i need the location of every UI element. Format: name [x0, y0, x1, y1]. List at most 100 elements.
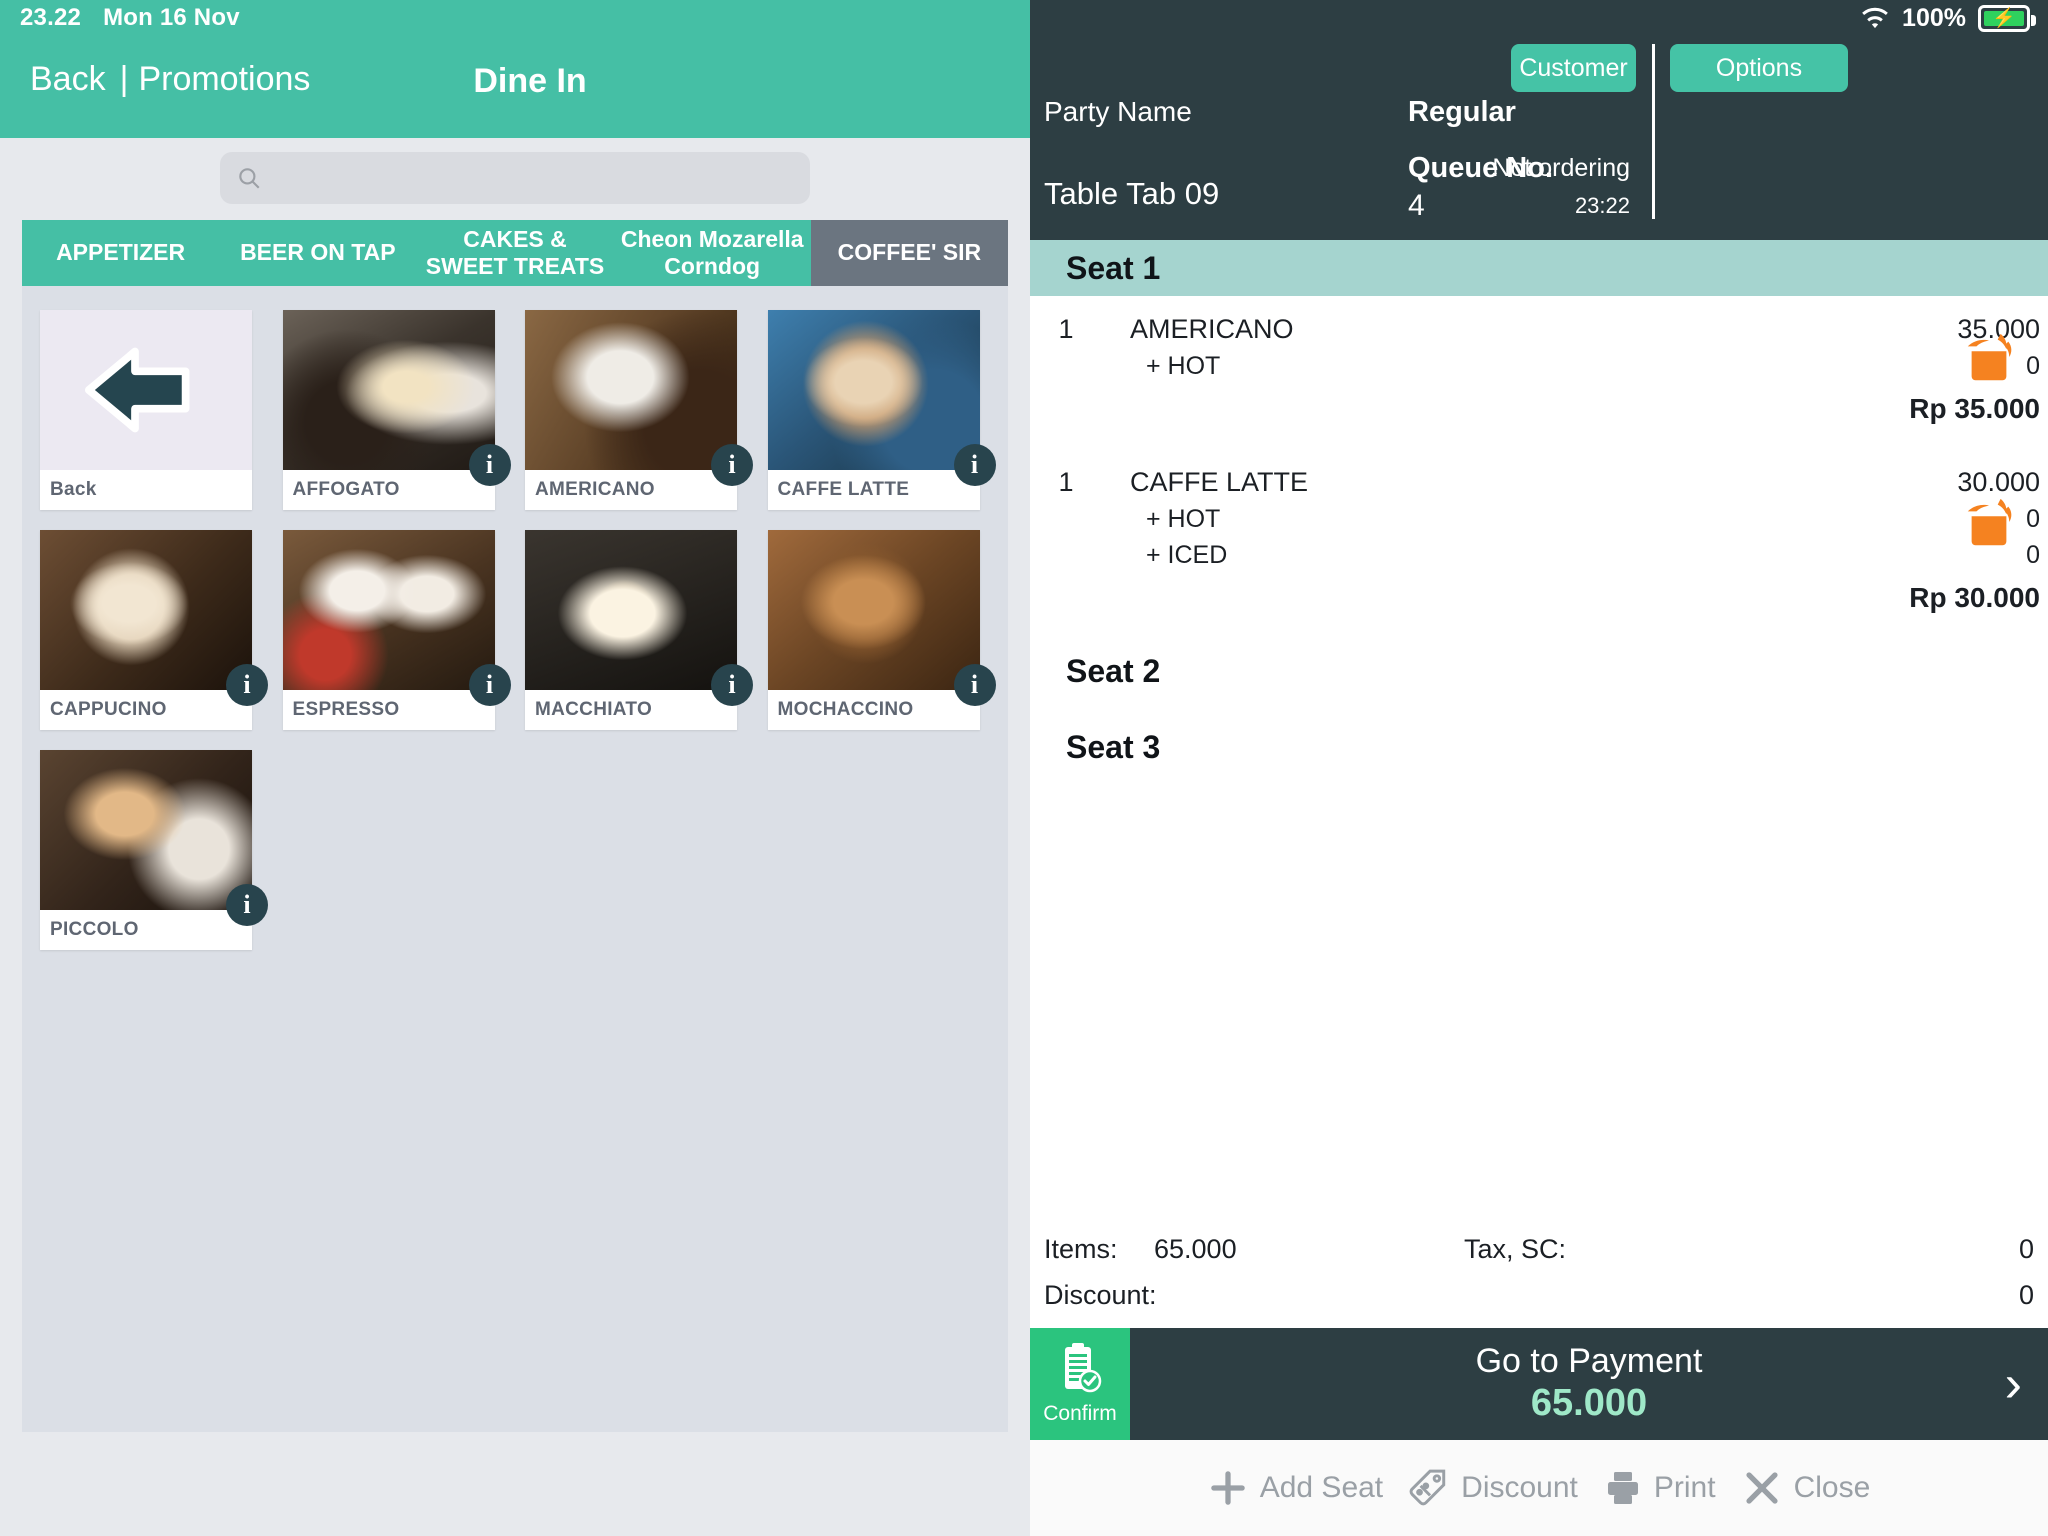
product-thumb	[282, 310, 495, 470]
seat-header-3[interactable]: Seat 3	[1030, 718, 2048, 776]
tax-label: Tax, SC:	[1464, 1233, 1567, 1264]
order-line-modifier: + HOT 0	[1030, 505, 2048, 534]
product-thumb	[525, 310, 737, 470]
product-thumb	[40, 750, 252, 910]
info-icon[interactable]: i	[953, 664, 996, 706]
product-card-cappucino[interactable]: i CAPPUCINO	[40, 530, 268, 730]
discount-label: Discount	[1461, 1471, 1578, 1504]
cooking-pot-icon[interactable]	[1958, 495, 2020, 551]
product-card-mochaccino[interactable]: i MOCHACCINO	[767, 530, 996, 730]
info-icon[interactable]: i	[226, 884, 268, 926]
product-card-caffe-latte[interactable]: i CAFFE LATTE	[767, 310, 996, 510]
totals-row-discount: Discount: 0	[1044, 1272, 2034, 1318]
tab-beer-on-tap[interactable]: BEER ON TAP	[219, 220, 416, 286]
print-label: Print	[1653, 1471, 1716, 1504]
search-icon	[236, 165, 262, 191]
order-line-main: 1 CAFFE LATTE 30.000	[1030, 467, 2048, 498]
product-cell: i CAFFE LATTE	[758, 300, 1001, 520]
order-panel: 100% ⚡ Party Name Customer Options Regul…	[1030, 0, 2048, 1536]
tab-coffee-sir[interactable]: COFFEE' SIR	[810, 220, 1008, 286]
chevron-right-icon: ›	[2004, 1355, 2022, 1413]
product-cell: i CAPPUCINO	[30, 520, 273, 740]
info-icon[interactable]: i	[468, 664, 511, 706]
product-cell: i ESPRESSO	[273, 520, 516, 740]
left-header: 23.22 Mon 16 Nov Back | Promotions Dine …	[0, 0, 1030, 138]
modifier-label: + HOT	[1146, 352, 1221, 380]
product-label: Back	[50, 479, 97, 500]
line-total: Rp 35.000	[1909, 393, 2040, 424]
product-thumb	[40, 530, 252, 690]
order-type-label: Regular	[1408, 96, 1516, 128]
cooking-pot-icon[interactable]	[1958, 330, 2020, 386]
status-time: 23.22	[20, 4, 82, 31]
info-icon[interactable]: i	[468, 444, 511, 486]
add-seat-label: Add Seat	[1259, 1471, 1384, 1504]
seat-header-1[interactable]: Seat 1	[1030, 240, 2048, 296]
product-card-piccolo[interactable]: i PICCOLO	[40, 750, 268, 950]
search-box[interactable]	[220, 152, 810, 204]
tax-value: 0	[2018, 1233, 2034, 1264]
order-line-main: 1 AMERICANO 35.000	[1030, 314, 2048, 345]
tab-cheon-mozarella-corndog[interactable]: Cheon Mozarella Corndog	[614, 220, 811, 286]
product-grid: Back i AFFOGATO i AMERICANO i CAFFE LATT…	[30, 300, 1000, 960]
info-icon[interactable]: i	[953, 444, 996, 486]
status-date: Mon 16 Nov	[103, 4, 240, 31]
printer-icon	[1604, 1469, 1642, 1507]
go-to-payment-label: Go to Payment	[1475, 1341, 1703, 1380]
close-button[interactable]: Close	[1742, 1468, 1870, 1508]
line-name: AMERICANO	[1130, 314, 1294, 344]
device-status: 100% ⚡	[1860, 4, 2036, 33]
items-label: Items:	[1044, 1233, 1118, 1264]
print-button[interactable]: Print	[1604, 1469, 1716, 1507]
product-label: MOCHACCINO	[777, 699, 914, 720]
modifier-label: + HOT	[1146, 505, 1221, 533]
order-line-caffe-latte[interactable]: 1 CAFFE LATTE 30.000 + HOT 0 + ICED 0 Rp	[1030, 449, 2048, 624]
product-label: AMERICANO	[535, 479, 655, 500]
order-header: 100% ⚡ Party Name Customer Options Regul…	[1030, 0, 2048, 240]
order-line-total: Rp 35.000	[1030, 393, 2048, 425]
product-label: MACCHIATO	[535, 699, 653, 720]
party-name-label: Party Name	[1044, 96, 1192, 127]
info-icon[interactable]: i	[226, 664, 268, 706]
page-title-text: Dine In	[473, 62, 587, 100]
nav-row: Back | Promotions Dine In	[0, 48, 1030, 128]
product-thumb	[282, 530, 495, 690]
options-button[interactable]: Options	[1670, 44, 1848, 92]
category-tabs: APPETIZER BEER ON TAP CAKES & SWEET TREA…	[22, 220, 1008, 286]
tab-appetizer[interactable]: APPETIZER	[22, 220, 219, 286]
product-card-macchiato[interactable]: i MACCHIATO	[525, 530, 753, 730]
info-icon[interactable]: i	[711, 664, 753, 706]
product-card-espresso[interactable]: i ESPRESSO	[282, 530, 511, 730]
back-arrow-icon	[40, 310, 252, 470]
info-icon[interactable]: i	[711, 444, 753, 486]
confirm-label: Confirm	[1043, 1401, 1117, 1425]
product-card-affogato[interactable]: i AFFOGATO	[282, 310, 511, 510]
add-seat-button[interactable]: Add Seat	[1208, 1468, 1383, 1508]
discount-button[interactable]: Discount	[1409, 1468, 1578, 1508]
customer-button[interactable]: Customer	[1511, 44, 1636, 92]
go-to-payment-button[interactable]: Go to Payment 65.000 ›	[1130, 1328, 2048, 1440]
seat-header-2[interactable]: Seat 2	[1030, 642, 2048, 700]
product-card-americano[interactable]: i AMERICANO	[525, 310, 753, 510]
table-time: 23:22	[1574, 193, 1630, 218]
order-line-modifier: + HOT 0	[1030, 352, 2048, 381]
items-value: 65.000	[1154, 1233, 1237, 1264]
order-line-americano[interactable]: 1 AMERICANO 35.000 + HOT 0 Rp 35.000	[1030, 296, 2048, 435]
line-price: 30.000	[1957, 467, 2040, 497]
search-input[interactable]	[274, 165, 794, 191]
product-card-back[interactable]: Back	[40, 310, 252, 510]
payment-bar: Confirm Go to Payment 65.000 ›	[1030, 1328, 2048, 1440]
tag-icon	[1409, 1468, 1449, 1508]
search-area	[0, 138, 1030, 206]
product-thumb	[767, 310, 980, 470]
tab-cakes-sweet-treats[interactable]: CAKES & SWEET TREATS	[416, 220, 613, 286]
page-title: Dine In	[0, 62, 1030, 101]
confirm-button[interactable]: Confirm	[1030, 1328, 1130, 1440]
product-cell: i MOCHACCINO	[758, 520, 1001, 740]
product-thumb	[40, 310, 252, 470]
order-line-total: Rp 30.000	[1030, 582, 2048, 614]
product-cell: i MACCHIATO	[515, 520, 758, 740]
totals-row-items: Items: 65.000 Tax, SC: 0	[1044, 1226, 2034, 1272]
queue-label: Queue No.	[1408, 152, 1554, 184]
order-line-modifier: + ICED 0	[1030, 541, 2048, 570]
